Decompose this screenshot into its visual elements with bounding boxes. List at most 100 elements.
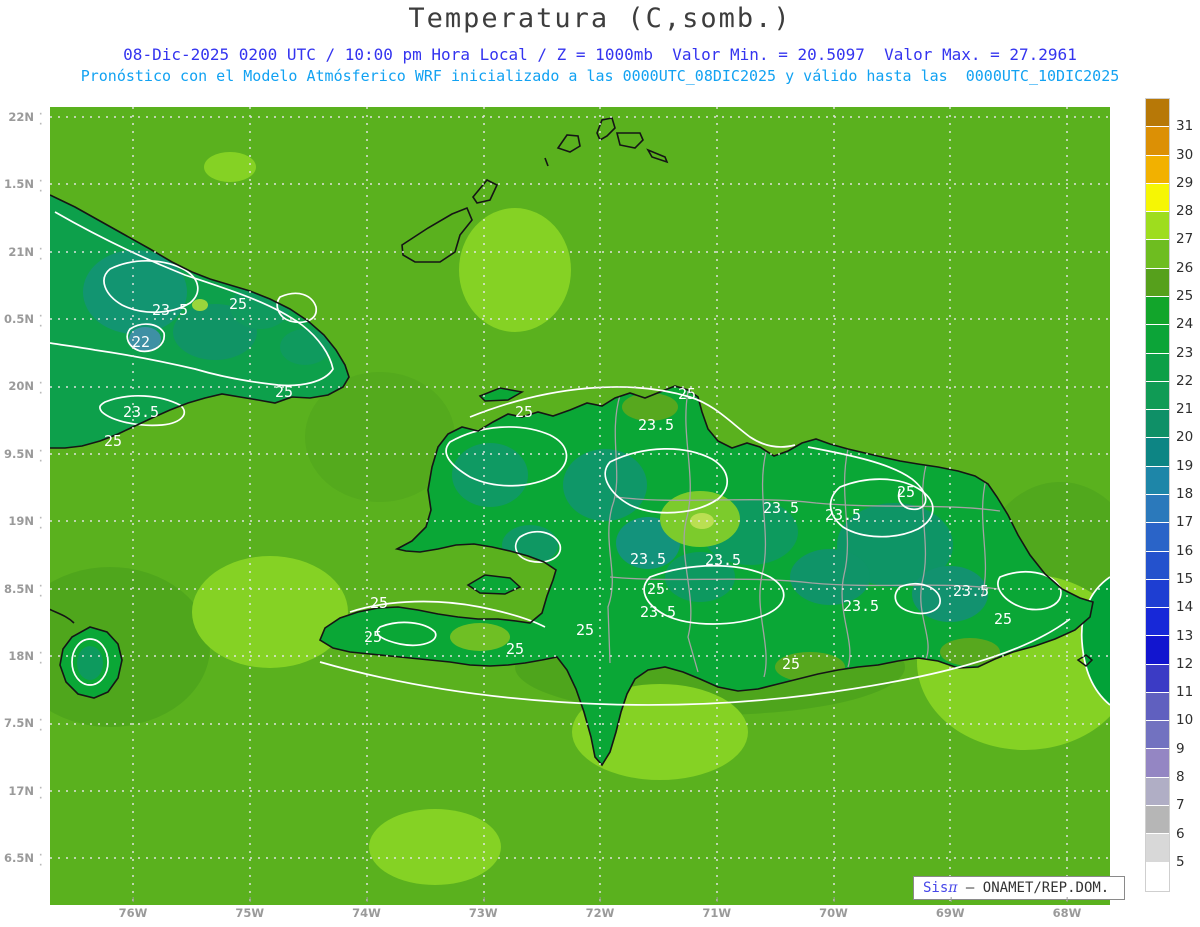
x-axis-label: 69W — [935, 897, 965, 920]
colorbar-segment — [1146, 99, 1169, 128]
colorbar-tick-label: 27 — [1176, 231, 1194, 248]
y-axis-label: 1.5N — [0, 177, 44, 197]
contour-value-label: 25 — [505, 640, 525, 658]
colorbar-segment — [1146, 268, 1169, 297]
x-axis-label: 73W — [468, 897, 498, 920]
colorbar-segment — [1146, 155, 1169, 184]
colorbar-tick-label: 26 — [1176, 259, 1194, 276]
contour-value-label: 25 — [228, 295, 248, 313]
colorbar-segment — [1146, 692, 1169, 722]
watermark-separator: – — [957, 880, 983, 896]
contour-value-label: 25 — [274, 383, 294, 401]
colorbar-tick-label: 17 — [1176, 514, 1194, 531]
watermark-org: ONAMET/REP.DOM. — [982, 880, 1110, 896]
subtitle-validtime: 08-Dic-2025 0200 UTC / 10:00 pm Hora Loc… — [123, 45, 1077, 64]
colorbar-segment — [1146, 777, 1169, 807]
contour-value-label: 23.5 — [639, 603, 677, 621]
colorbar-tick-label: 24 — [1176, 316, 1194, 333]
colorbar-segment — [1146, 183, 1169, 213]
page-title: Temperatura (C,somb.) — [408, 3, 792, 34]
colorbar-tick-label: 5 — [1176, 853, 1185, 870]
contour-value-label: 23.5 — [762, 499, 800, 517]
colorbar-segment — [1146, 240, 1169, 269]
x-axis-label: 68W — [1052, 897, 1082, 920]
x-axis-label: 75W — [235, 897, 265, 920]
colorbar-tick-label: 28 — [1176, 203, 1194, 220]
x-axis-label: 74W — [352, 897, 381, 920]
contour-value-label: 23.5 — [824, 506, 862, 524]
contour-value-label: 22 — [131, 333, 151, 351]
contour-value-label: 25 — [575, 621, 595, 639]
y-axis-label: 20N — [0, 379, 44, 399]
y-axis-label: 6.5N — [0, 851, 44, 871]
contour-value-label: 23.5 — [952, 582, 990, 600]
contour-value-label: 25 — [993, 610, 1013, 628]
colorbar-segment — [1146, 296, 1169, 326]
colorbar-segment — [1146, 353, 1169, 382]
colorbar-tick-label: 6 — [1176, 825, 1185, 842]
colorbar-tick-label: 25 — [1176, 288, 1194, 305]
colorbar-segment — [1146, 834, 1169, 863]
colorbar-segment — [1146, 664, 1169, 693]
y-axis-label: 21N — [0, 245, 44, 265]
colorbar-tick-label: 30 — [1176, 146, 1194, 163]
contour-value-label: 23.5 — [704, 551, 742, 569]
contour-value-label: 23.5 — [629, 550, 667, 568]
contour-value-label: 23.5 — [637, 416, 675, 434]
colorbar-tick-label: 19 — [1176, 457, 1194, 474]
colorbar-tick-label: 31 — [1176, 118, 1194, 135]
colorbar-tick-label: 7 — [1176, 797, 1185, 814]
colorbar-segment — [1146, 494, 1169, 524]
colorbar-tick-label: 8 — [1176, 768, 1185, 785]
contour-value-label: 23.5 — [842, 597, 880, 615]
contour-value-label: 25 — [781, 655, 801, 673]
colorbar-tick-label: 10 — [1176, 712, 1194, 729]
subtitle-model-run: Pronóstico con el Modelo Atmósferico WRF… — [80, 67, 1120, 85]
colorbar-segment — [1146, 212, 1169, 241]
colorbar-segment — [1146, 749, 1169, 778]
contour-value-label: 25 — [646, 580, 666, 598]
colorbar-segment — [1146, 523, 1169, 552]
colorbar-tick-label: 22 — [1176, 372, 1194, 389]
contour-value-label: 25 — [514, 403, 534, 421]
colorbar-tick-label: 13 — [1176, 627, 1194, 644]
contour-value-label: 25 — [896, 483, 916, 501]
y-axis-label: 18N — [0, 649, 44, 669]
colorbar-tick-label: 14 — [1176, 599, 1194, 616]
colorbar-segment — [1146, 325, 1169, 354]
watermark-box: Sisπ – ONAMET/REP.DOM. — [913, 876, 1125, 900]
colorbar-segment — [1146, 579, 1169, 609]
contour-value-label: 25 — [369, 594, 389, 612]
contour-value-label: 25 — [103, 432, 123, 450]
colorbar-segment — [1146, 608, 1169, 637]
x-axis-label: 71W — [702, 897, 732, 920]
colorbar-tick-label: 18 — [1176, 486, 1194, 503]
contour-value-label: 25 — [363, 628, 383, 646]
y-axis-label: 22N — [0, 110, 44, 130]
x-axis-label: 70W — [819, 897, 848, 920]
colorbar-tick-label: 16 — [1176, 542, 1194, 559]
colorbar-segment — [1146, 551, 1169, 580]
colorbar-tick-label: 29 — [1176, 174, 1194, 191]
colorbar-tick-label: 12 — [1176, 655, 1194, 672]
contour-value-label: 23.5 — [122, 403, 160, 421]
y-axis-label: 7.5N — [0, 716, 44, 736]
colorbar-tick-label: 21 — [1176, 401, 1194, 418]
colorbar-tick-label: 20 — [1176, 429, 1194, 446]
temperature-colorbar — [1145, 98, 1170, 892]
contour-value-label: 25 — [677, 385, 697, 403]
colorbar-segment — [1146, 127, 1169, 156]
y-axis-label: 8.5N — [0, 582, 44, 602]
colorbar-tick-label: 9 — [1176, 740, 1185, 757]
colorbar-tick-label: 11 — [1176, 684, 1194, 701]
forecast-map — [50, 107, 1110, 905]
y-axis-label: 17N — [0, 784, 44, 804]
colorbar-segment — [1146, 410, 1169, 439]
y-axis-label: 9.5N — [0, 447, 44, 467]
x-axis-label: 72W — [585, 897, 615, 920]
colorbar-tick-label: 15 — [1176, 570, 1194, 587]
y-axis-label: 19N — [0, 514, 44, 534]
pi-logo-icon: π — [948, 880, 958, 896]
colorbar-tick-label: 23 — [1176, 344, 1194, 361]
weather-map-page: Temperatura (C,somb.) 08-Dic-2025 0200 U… — [0, 0, 1200, 927]
